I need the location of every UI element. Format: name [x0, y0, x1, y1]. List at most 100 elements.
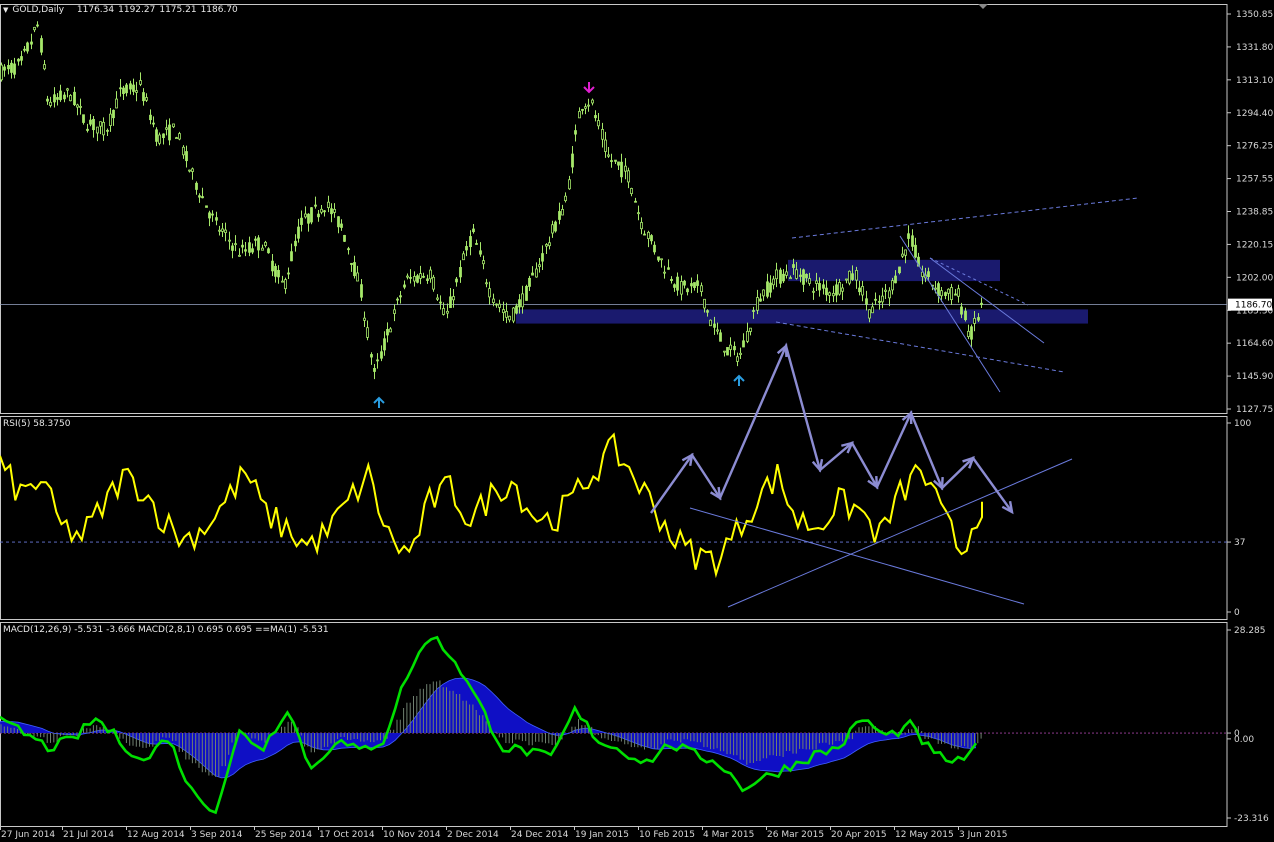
candle — [891, 277, 894, 295]
candle — [109, 107, 112, 132]
candle — [584, 103, 587, 115]
candle — [597, 113, 600, 130]
x-tick-label: 3 Jun 2015 — [959, 830, 1007, 840]
macd-line — [0, 635, 978, 815]
candle — [657, 256, 660, 262]
candle — [561, 204, 564, 216]
candle — [49, 96, 52, 108]
candle — [541, 245, 544, 270]
candle — [422, 272, 425, 279]
candle — [667, 259, 670, 270]
rsi-panel[interactable] — [0, 342, 1227, 608]
candle — [281, 275, 284, 283]
candle — [512, 307, 515, 324]
rsi-line — [0, 432, 983, 579]
price-panel[interactable] — [0, 21, 1227, 408]
candle — [36, 21, 39, 28]
candle — [145, 93, 148, 102]
candle — [709, 319, 712, 327]
candle — [277, 265, 280, 284]
candle — [505, 302, 508, 324]
candle — [333, 203, 336, 218]
candle — [56, 93, 59, 106]
candle — [617, 161, 620, 171]
candle — [878, 295, 881, 310]
candle — [69, 94, 72, 102]
candle — [775, 262, 778, 288]
candle — [756, 289, 759, 315]
candles — [0, 21, 983, 380]
candle — [538, 257, 541, 273]
candle — [769, 275, 772, 298]
candle — [742, 333, 745, 348]
candle — [620, 153, 623, 183]
chart-window: 1350.85 1331.80 1313.10 1294.40 1276.25 1257.… — [0, 0, 1274, 842]
candle — [838, 278, 841, 296]
y-tick-label: 1164.60 — [1236, 339, 1273, 349]
y-tick-label: 1220.15 — [1236, 240, 1273, 250]
candle — [370, 352, 373, 365]
candle — [558, 202, 561, 225]
candle — [785, 264, 788, 279]
candle — [640, 217, 643, 235]
candle — [812, 287, 815, 300]
candle — [373, 363, 376, 380]
candle — [99, 121, 102, 135]
candle — [297, 218, 300, 243]
candle — [366, 320, 369, 341]
candle — [337, 216, 340, 234]
candle — [643, 230, 646, 236]
candle — [86, 123, 89, 133]
macd-panel[interactable] — [0, 635, 1227, 815]
candle — [320, 205, 323, 215]
candle — [637, 205, 640, 221]
candle — [380, 345, 383, 362]
candle — [832, 285, 835, 302]
candle — [257, 235, 260, 259]
candle — [218, 225, 221, 236]
candle — [508, 315, 511, 323]
x-tick-label: 24 Dec 2014 — [511, 830, 569, 840]
candle — [360, 278, 363, 301]
candle — [10, 59, 13, 79]
candle — [172, 123, 175, 128]
candle — [822, 279, 825, 295]
candle — [700, 282, 703, 297]
candle — [874, 292, 877, 305]
candle — [125, 82, 128, 97]
candle — [139, 72, 142, 87]
candle — [244, 241, 247, 257]
candle — [211, 210, 214, 222]
candle — [439, 295, 442, 310]
candle — [122, 85, 125, 101]
candle — [630, 187, 633, 197]
candle — [729, 337, 732, 357]
macd-y-tick-label: 28.285 — [1234, 626, 1266, 636]
y-tick-label: 1294.40 — [1236, 109, 1273, 119]
candle — [736, 352, 739, 367]
candle — [198, 193, 201, 203]
candle — [911, 229, 914, 251]
candle — [472, 223, 475, 234]
candle — [521, 285, 524, 314]
dropdown-triangle-icon[interactable]: ▼ — [3, 6, 8, 14]
candle — [601, 122, 604, 148]
candle — [178, 131, 181, 141]
candle — [261, 244, 264, 251]
candle — [188, 169, 191, 173]
candle — [356, 265, 359, 282]
candle — [215, 211, 218, 226]
candle — [858, 280, 861, 296]
candle — [446, 303, 449, 319]
candle — [455, 276, 458, 287]
candle — [79, 98, 82, 115]
candle — [175, 136, 178, 140]
candle — [627, 167, 630, 189]
candle — [383, 331, 386, 356]
y-tick-label: 1257.55 — [1236, 175, 1273, 185]
candle — [673, 283, 676, 292]
candle — [723, 350, 726, 357]
candle — [545, 243, 548, 255]
buy-arrow-icon — [733, 374, 745, 386]
candle — [683, 279, 686, 289]
